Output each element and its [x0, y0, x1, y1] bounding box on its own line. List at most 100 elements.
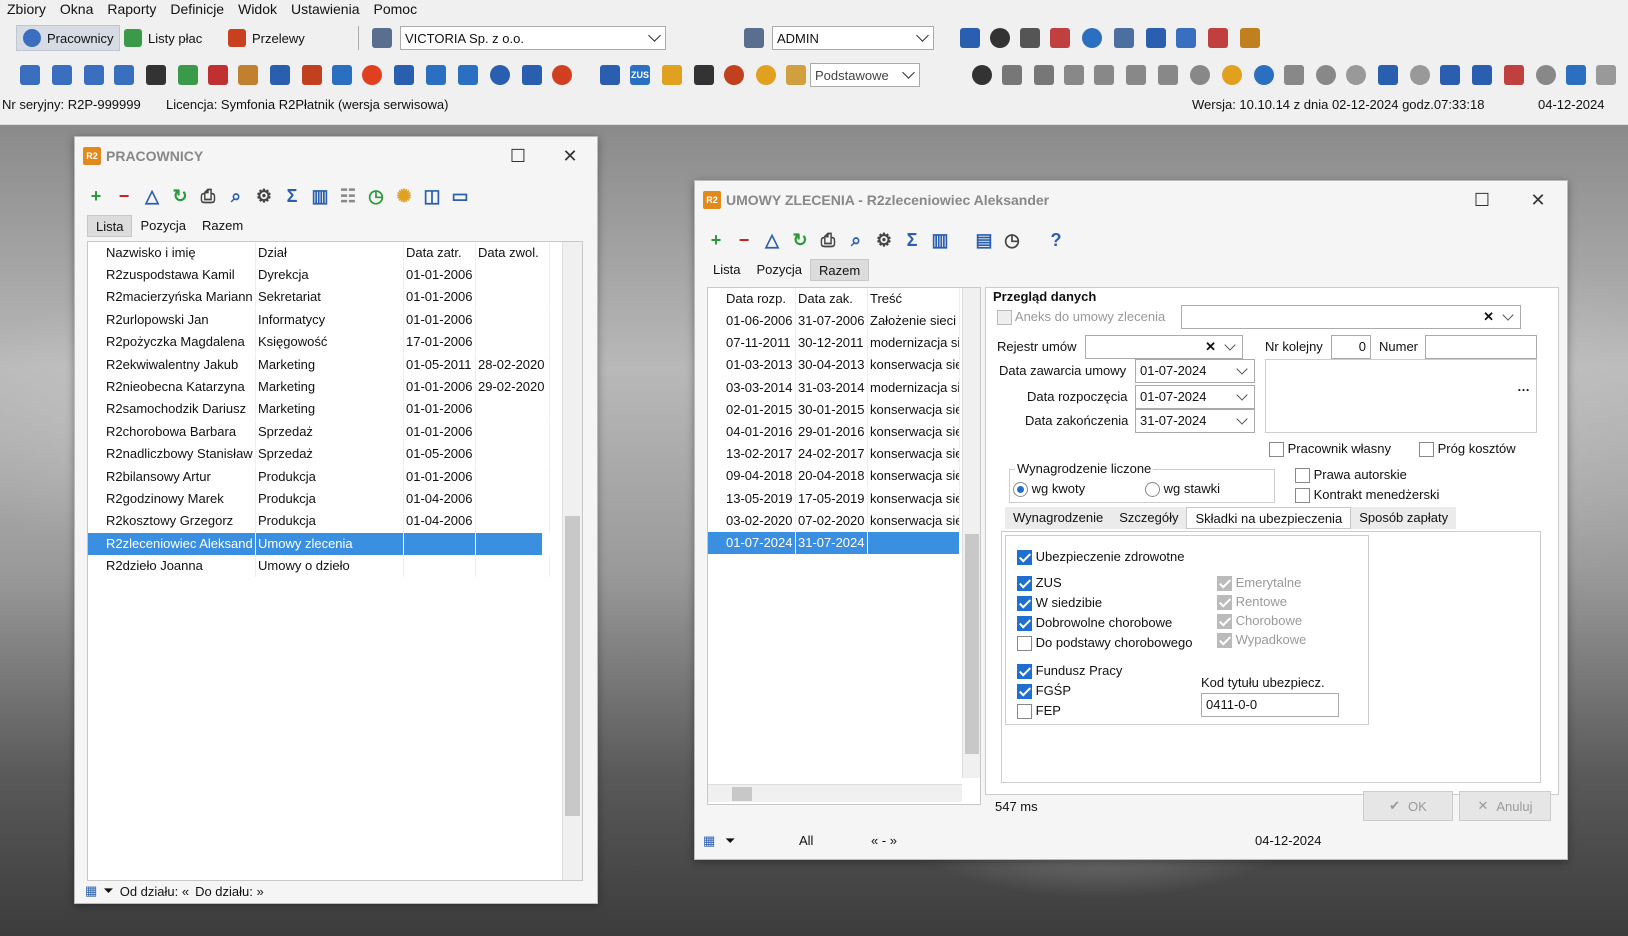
dobrowolne-checkbox[interactable]: Dobrowolne chorobowe [1017, 615, 1172, 632]
col-data-zatr[interactable]: Data zatr. [404, 242, 476, 264]
refresh-icon[interactable]: ↻ [789, 229, 811, 251]
id-icon[interactable] [84, 65, 104, 85]
scroll-thumb[interactable] [565, 516, 580, 816]
monitor-icon[interactable]: ▭ [449, 185, 471, 207]
family-icon[interactable] [114, 65, 134, 85]
do-podstawy-checkbox[interactable]: Do podstawy chorobowego [1017, 635, 1192, 652]
fep-checkbox[interactable]: FEP [1017, 703, 1061, 720]
nr-kolejny-input[interactable]: 0 [1331, 335, 1371, 359]
add-icon[interactable]: + [85, 185, 107, 207]
kontrakt-checkbox[interactable]: Kontrakt menedżerski [1295, 487, 1439, 504]
wg-stawki-radio[interactable]: wg stawki [1145, 481, 1220, 498]
kod-input[interactable]: 0411-0-0 [1201, 693, 1339, 717]
table-row[interactable]: R2samochodzik Dariusz Marketing 01-01-2006 [88, 398, 550, 421]
clock-icon[interactable] [1316, 65, 1336, 85]
print-icon[interactable]: ⎙ [197, 185, 219, 207]
clear-icon[interactable]: ✕ [1483, 306, 1494, 328]
table-row[interactable]: R2bilansowy Artur Produkcja 01-01-2006 [88, 465, 550, 488]
przelewy-button[interactable]: Przelewy [222, 25, 311, 51]
calculator-icon[interactable]: ▤ [973, 229, 995, 251]
col-nazwisko[interactable]: Nazwisko i imię [104, 242, 256, 264]
range-nav[interactable]: « - » [871, 833, 897, 848]
table-row[interactable]: R2dzieło Joanna Umowy o dzieło [88, 555, 550, 578]
tab-razem[interactable]: Razem [810, 259, 870, 281]
table-icon[interactable] [1240, 28, 1260, 48]
table-row[interactable]: 03-03-2014 31-03-2014 modernizacja si [708, 376, 960, 399]
tab-razem[interactable]: Razem [194, 215, 251, 237]
burst-icon[interactable]: ✺ [393, 185, 415, 207]
history-icon[interactable]: ◷ [1001, 229, 1023, 251]
columns-icon[interactable]: ▥ [309, 185, 331, 207]
medical-icon[interactable] [208, 65, 228, 85]
tools-icon[interactable] [1020, 28, 1040, 48]
maximize-button[interactable]: ☐ [507, 145, 529, 167]
refresh-icon[interactable]: ↻ [169, 185, 191, 207]
lifebuoy-icon[interactable] [362, 65, 382, 85]
table-row[interactable]: R2urlopowski Jan Informatycy 01-01-2006 [88, 308, 550, 331]
network-icon[interactable] [1050, 28, 1070, 48]
filter-to[interactable]: Do działu: » [195, 884, 264, 899]
sun-icon[interactable] [1346, 65, 1366, 85]
horizontal-scrollbar[interactable] [708, 784, 962, 802]
col-tresc[interactable]: Treść [868, 288, 960, 310]
rejestr-select[interactable]: ✕ [1085, 335, 1243, 359]
close-button[interactable]: ✕ [559, 145, 581, 167]
pracownicy-button[interactable]: Pracownicy [16, 25, 121, 51]
prog-kosztow-checkbox[interactable]: Próg kosztów [1419, 441, 1516, 458]
user-select[interactable]: ADMIN [772, 26, 934, 50]
filter-from[interactable]: Od działu: « [120, 884, 189, 899]
table-row[interactable]: 01-06-2006 31-07-2006 Założenie sieci [708, 310, 960, 332]
pracownik-wlasny-checkbox[interactable]: Pracownik własny [1269, 441, 1391, 458]
zus-icon[interactable]: ZUS [630, 65, 650, 85]
fundusz-pracy-checkbox[interactable]: Fundusz Pracy [1017, 663, 1122, 680]
card-icon[interactable] [20, 65, 40, 85]
message-icon[interactable] [1114, 28, 1134, 48]
help-icon[interactable]: ? [1045, 229, 1067, 251]
anuluj-button[interactable]: ✕ Anuluj [1459, 791, 1551, 821]
menu-ustawienia[interactable]: Ustawienia [284, 0, 366, 18]
notes-textarea[interactable] [1265, 359, 1537, 433]
filter-list-icon[interactable]: ☷ [337, 185, 359, 207]
tool-icon[interactable] [238, 65, 258, 85]
plane-icon[interactable] [1440, 65, 1460, 85]
grid-icon[interactable]: ▦ [703, 833, 715, 849]
aneks-select[interactable]: ✕ [1181, 305, 1521, 329]
wheelchair-icon[interactable] [332, 65, 352, 85]
col-data-zak[interactable]: Data zak. [796, 288, 868, 310]
pie-icon[interactable] [1254, 65, 1274, 85]
table-row[interactable]: 09-04-2018 20-04-2018 konserwacja sie [708, 465, 960, 488]
vertical-scrollbar[interactable] [562, 242, 582, 880]
filter-icon[interactable]: ⏷ [103, 883, 113, 899]
extinguisher-icon[interactable] [302, 65, 322, 85]
table-row[interactable]: 13-05-2019 17-05-2019 konserwacja sie [708, 487, 960, 510]
coins-icon[interactable] [786, 65, 806, 85]
print-icon[interactable]: ⎙ [817, 229, 839, 251]
table-row[interactable]: R2kosztowy Grzegorz Produkcja 01-04-2006 [88, 510, 550, 533]
zus-checkbox[interactable]: ZUS [1017, 575, 1062, 592]
menu-widok[interactable]: Widok [231, 0, 284, 18]
tab-pozycja[interactable]: Pozycja [748, 259, 810, 281]
globe-icon[interactable] [1082, 28, 1102, 48]
table-row[interactable]: 07-11-2011 30-12-2011 modernizacja si [708, 332, 960, 355]
data-zak-input[interactable]: 31-07-2024 [1135, 409, 1255, 433]
tree-icon[interactable] [426, 65, 446, 85]
view-mode-select[interactable]: Podstawowe [810, 63, 920, 87]
search-icon[interactable]: ⌕ [225, 185, 247, 207]
table-row[interactable]: R2zuspodstawa Kamil Dyrekcja 01-01-2006 [88, 264, 550, 286]
table-row[interactable]: 01-07-2024 31-07-2024 [708, 532, 960, 554]
table-row[interactable]: R2nieobecna Katarzyna Marketing 01-01-2006… [88, 376, 550, 398]
doc-clock-icon[interactable] [1190, 65, 1210, 85]
settings-icon[interactable]: ⚙ [873, 229, 895, 251]
doc-edit-icon[interactable] [1034, 65, 1054, 85]
columns-icon[interactable] [458, 65, 478, 85]
doc3-icon[interactable] [1094, 65, 1114, 85]
fgsp-checkbox[interactable]: FGŚP [1017, 683, 1071, 700]
table-row[interactable]: R2zleceniowiec Aleksand Umowy zlecenia [88, 532, 550, 555]
subtab-wynagrodzenie[interactable]: Wynagrodzenie [1005, 507, 1112, 529]
table-row[interactable]: R2pożyczka Magdalena Księgowość 17-01-2006 [88, 331, 550, 354]
w-siedzibie-checkbox[interactable]: W siedzibie [1017, 595, 1102, 612]
subtab-szczegoly[interactable]: Szczegóły [1111, 507, 1187, 529]
menu-pomoc[interactable]: Pomoc [367, 0, 425, 18]
block-icon[interactable] [1410, 65, 1430, 85]
bomb-icon[interactable] [972, 65, 992, 85]
